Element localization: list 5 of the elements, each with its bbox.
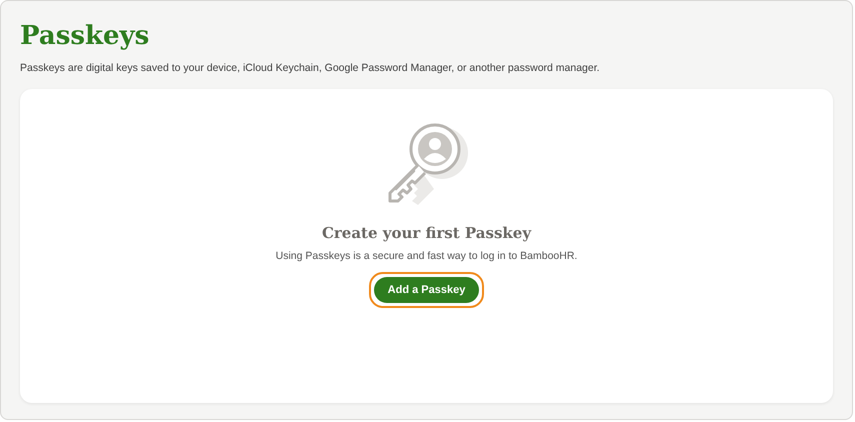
add-passkey-button[interactable]: Add a Passkey [374,277,480,303]
empty-state-heading: Create your first Passkey [322,223,532,243]
page-title: Passkeys [20,20,150,53]
empty-state-text: Using Passkeys is a secure and fast way to log in to BambooHR. [276,249,578,263]
page-description: Passkeys are digital keys saved to your device, iCloud Keychain, Google Password Manager, or another password manager. [20,61,601,75]
